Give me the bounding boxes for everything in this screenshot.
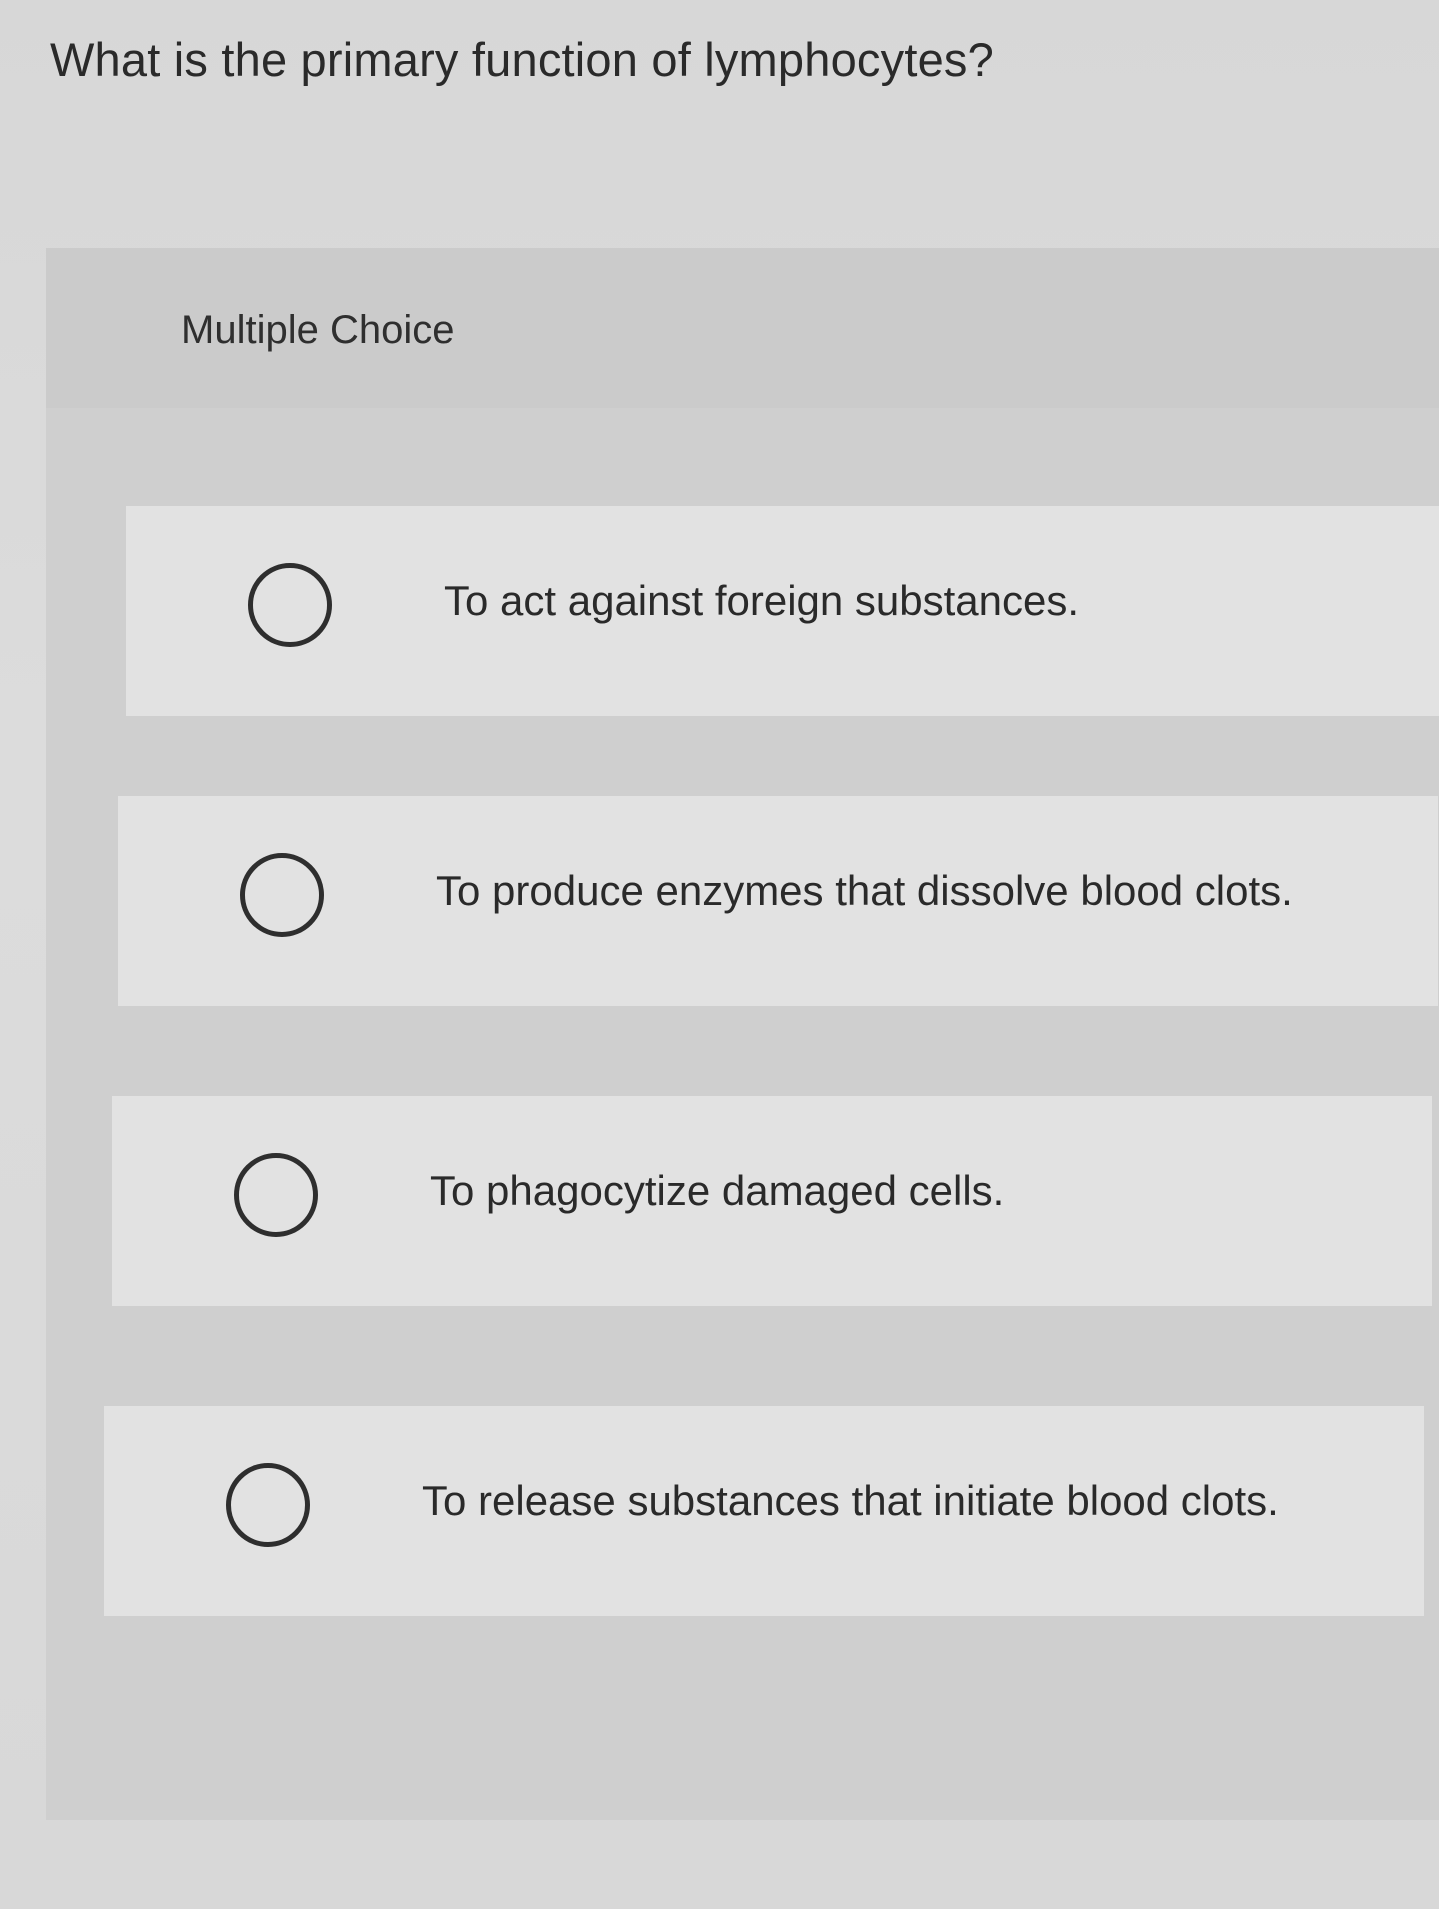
choice-option-2[interactable]: To produce enzymes that dissolve blood c… [118, 796, 1438, 1006]
choice-option-4[interactable]: To release substances that initiate bloo… [104, 1406, 1424, 1616]
choice-text: To phagocytize damaged cells. [430, 1167, 1005, 1214]
choice-text: To act against foreign substances. [444, 577, 1080, 624]
multiple-choice-panel: Multiple Choice To act against foreign s… [46, 248, 1439, 1820]
choice-list: To act against foreign substances. To pr… [46, 248, 1439, 1820]
radio-button-icon[interactable] [226, 1463, 310, 1547]
choice-text: To produce enzymes that dissolve blood c… [436, 867, 1293, 914]
question-title: What is the primary function of lymphocy… [50, 33, 994, 86]
page: What is the primary function of lymphocy… [0, 0, 1439, 1909]
choice-option-1[interactable]: To act against foreign substances. [126, 506, 1439, 716]
radio-button-icon[interactable] [248, 563, 332, 647]
radio-button-icon[interactable] [240, 853, 324, 937]
choice-text: To release substances that initiate bloo… [422, 1477, 1279, 1524]
radio-button-icon[interactable] [234, 1153, 318, 1237]
choice-option-3[interactable]: To phagocytize damaged cells. [112, 1096, 1432, 1306]
